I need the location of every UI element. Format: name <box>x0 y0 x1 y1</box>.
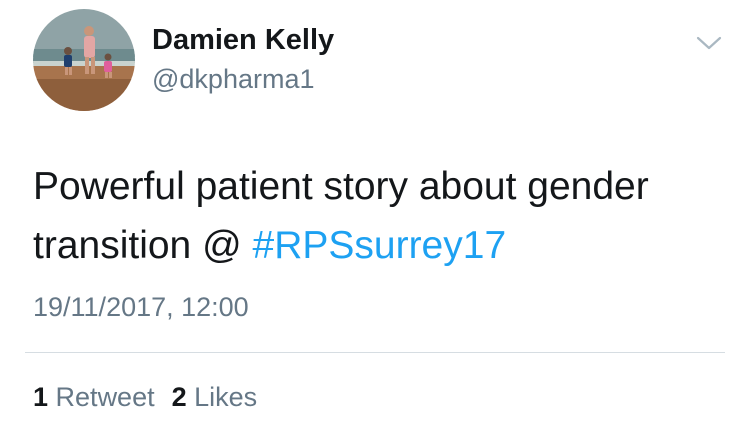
like-count: 2 <box>171 382 187 412</box>
divider <box>25 352 725 353</box>
like-label: Likes <box>194 382 258 412</box>
avatar[interactable] <box>33 9 135 111</box>
tweet-card: Damien Kelly @dkpharma1 Powerful patient… <box>0 0 750 430</box>
retweet-label: Retweet <box>55 382 155 412</box>
chevron-down-icon[interactable] <box>696 33 722 53</box>
tweet-text: Powerful patient story about gender tran… <box>33 157 723 275</box>
author-display-name[interactable]: Damien Kelly <box>152 22 334 58</box>
likes-stat[interactable]: 2 Likes <box>172 382 258 412</box>
hashtag-link[interactable]: #RPSsurrey17 <box>253 224 507 267</box>
author-handle[interactable]: @dkpharma1 <box>152 62 315 96</box>
tweet-stats: 1 Retweet 2 Likes <box>33 380 257 414</box>
retweet-count: 1 <box>33 382 49 412</box>
beach-photo-icon <box>33 9 135 111</box>
tweet-timestamp[interactable]: 19/11/2017, 12:00 <box>33 290 249 324</box>
retweets-stat[interactable]: 1 Retweet <box>33 382 155 412</box>
